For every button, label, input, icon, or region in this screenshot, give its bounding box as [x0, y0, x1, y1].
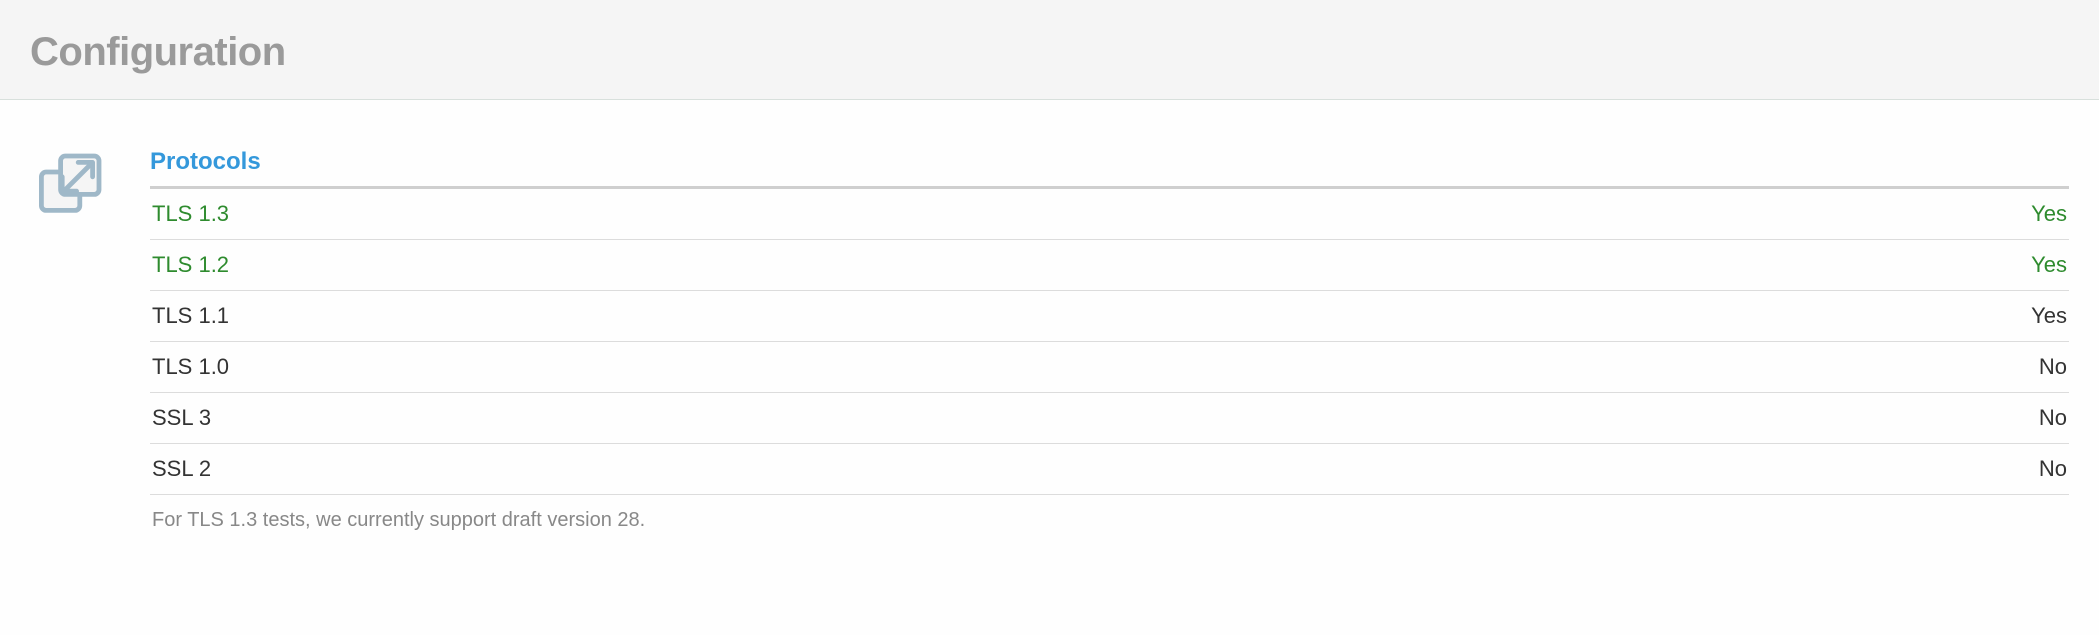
table-row: TLS 1.2Yes	[150, 240, 2069, 291]
section-footnote: For TLS 1.3 tests, we currently support …	[150, 495, 2069, 532]
protocol-value: No	[1436, 393, 2069, 444]
table-row: TLS 1.0No	[150, 342, 2069, 393]
protocol-name: SSL 3	[150, 393, 1436, 444]
page-title: Configuration	[30, 30, 2069, 75]
icon-column	[30, 148, 120, 532]
protocols-table: TLS 1.3YesTLS 1.2YesTLS 1.1YesTLS 1.0NoS…	[150, 189, 2069, 495]
protocols-section: Protocols TLS 1.3YesTLS 1.2YesTLS 1.1Yes…	[150, 148, 2069, 532]
table-row: TLS 1.1Yes	[150, 291, 2069, 342]
protocol-value: Yes	[1436, 240, 2069, 291]
protocol-name: TLS 1.0	[150, 342, 1436, 393]
protocol-name: SSL 2	[150, 444, 1436, 495]
content-wrapper: Protocols TLS 1.3YesTLS 1.2YesTLS 1.1Yes…	[0, 100, 2099, 562]
table-row: SSL 2No	[150, 444, 2069, 495]
protocol-name: TLS 1.2	[150, 240, 1436, 291]
expand-arrows-icon[interactable]	[35, 148, 115, 233]
section-heading: Protocols	[150, 148, 2069, 189]
header-section: Configuration	[0, 0, 2099, 100]
protocol-name: TLS 1.1	[150, 291, 1436, 342]
table-row: SSL 3No	[150, 393, 2069, 444]
table-row: TLS 1.3Yes	[150, 189, 2069, 240]
protocol-value: Yes	[1436, 291, 2069, 342]
protocol-value: Yes	[1436, 189, 2069, 240]
protocol-name: TLS 1.3	[150, 189, 1436, 240]
protocol-value: No	[1436, 444, 2069, 495]
protocol-value: No	[1436, 342, 2069, 393]
